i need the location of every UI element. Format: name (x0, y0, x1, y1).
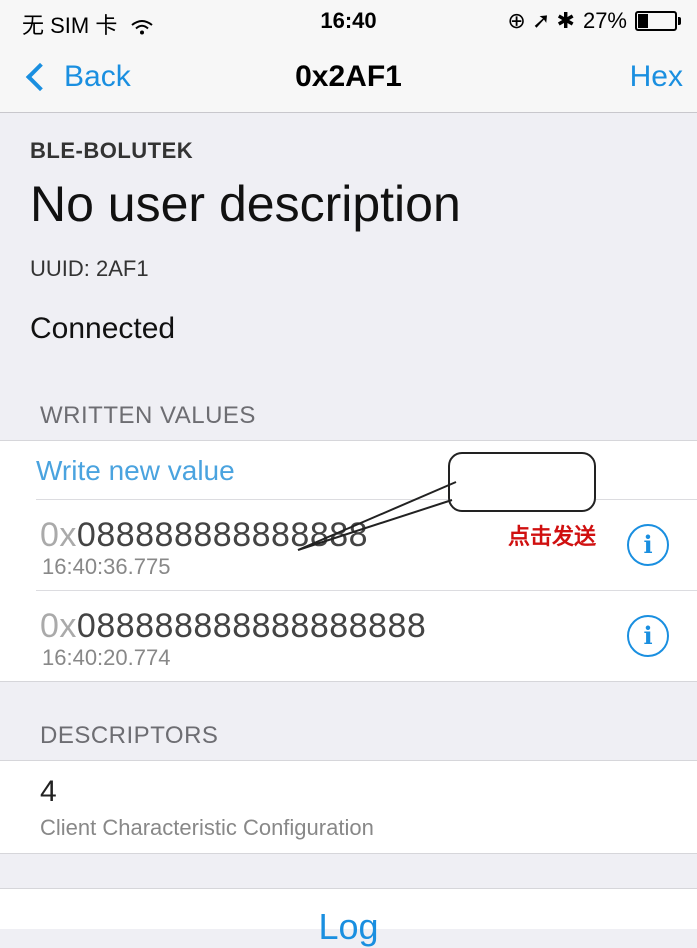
descriptor-name: Client Characteristic Configuration (40, 815, 374, 840)
battery-percent: 27% (582, 8, 627, 33)
write-new-value-button[interactable]: Write new value (36, 455, 235, 487)
written-value: 0x088888888888888 (40, 516, 368, 555)
hex-value: 088888888888888888 (76, 607, 427, 645)
descriptor-row[interactable]: 4 Client Characteristic Configuration (0, 761, 697, 853)
hex-button[interactable]: Hex (630, 60, 683, 94)
device-name: BLE-BOLUTEK (30, 138, 194, 163)
connection-status: Connected (30, 312, 176, 345)
nav-bar: Back 0x2AF1 Hex (0, 44, 697, 113)
log-button[interactable]: Log (0, 906, 697, 948)
chevron-left-icon (25, 62, 55, 92)
hex-prefix: 0x (40, 516, 77, 554)
status-icons: ⊕ ➚ ✱ (507, 8, 575, 33)
status-right: ⊕ ➚ ✱ 27% (507, 8, 681, 34)
hex-prefix: 0x (40, 607, 77, 645)
uuid-label: UUID: 2AF1 (30, 256, 149, 281)
status-bar: 无 SIM 卡 16:40 ⊕ ➚ ✱ 27% (0, 0, 697, 44)
written-value: 0x088888888888888888 (40, 607, 426, 646)
characteristic-description: No user description (30, 176, 461, 232)
battery-icon (635, 11, 681, 31)
written-timestamp: 16:40:20.774 (42, 645, 171, 670)
descriptors-header: DESCRIPTORS (40, 722, 219, 749)
written-value-row[interactable]: 0x088888888888888888 16:40:20.774 i (0, 591, 697, 681)
annotation-text: 点击发送 (508, 524, 597, 549)
back-label: Back (64, 60, 131, 93)
descriptor-id: 4 (40, 775, 57, 808)
info-icon[interactable]: i (627, 524, 669, 566)
hex-value: 088888888888888 (76, 516, 369, 554)
info-icon[interactable]: i (627, 615, 669, 657)
descriptors-group: 4 Client Characteristic Configuration (0, 760, 697, 854)
annotation-callout (448, 452, 596, 512)
back-button[interactable]: Back (24, 60, 131, 94)
written-timestamp: 16:40:36.775 (42, 554, 171, 579)
written-values-header: WRITTEN VALUES (40, 402, 256, 429)
